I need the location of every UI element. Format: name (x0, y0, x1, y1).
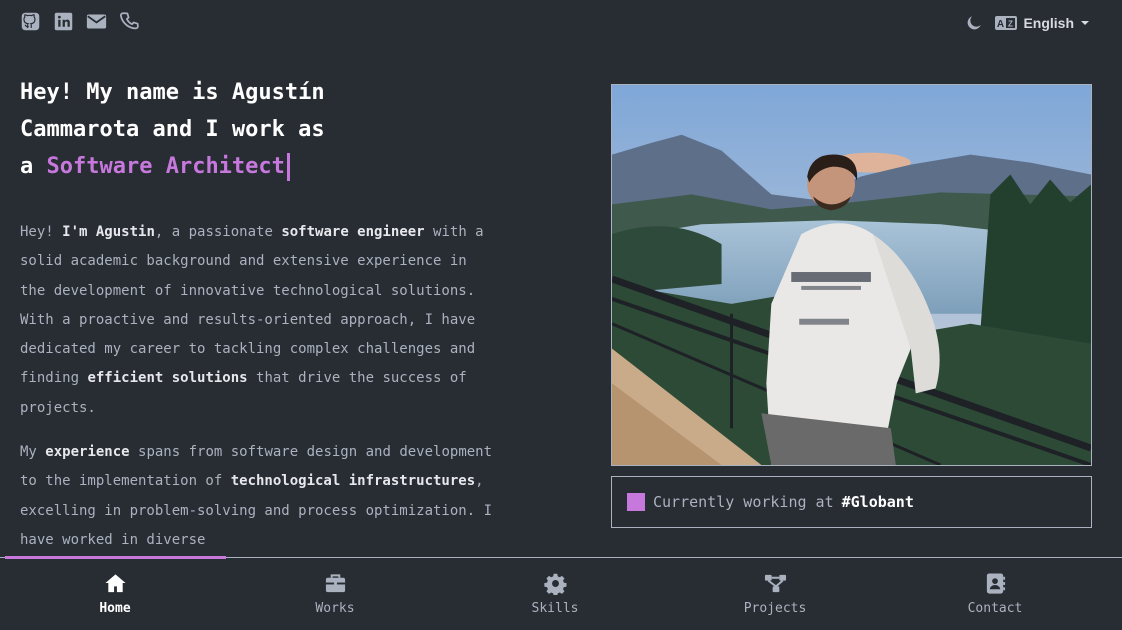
status-text: Currently working at (653, 493, 834, 511)
nav-item-contact[interactable]: Contact (885, 558, 1105, 630)
about-section: Hey! I'm Agustin, a passionate software … (20, 218, 500, 570)
nav-item-home[interactable]: Home (5, 558, 225, 630)
contact-card-icon (984, 572, 1007, 601)
nav-label-projects: Projects (743, 601, 807, 616)
bottom-navigation: Home Works Skills Projects Contact (0, 556, 1122, 630)
emphasis-text: efficient solutions (87, 370, 248, 387)
nav-label-skills: Skills (531, 601, 579, 616)
hero-title: Hey! My name is Agustín Cammarota and I … (20, 74, 380, 185)
top-bar: AZ English (0, 0, 1122, 46)
profile-photo (611, 84, 1092, 466)
about-paragraph-2: My experience spans from software design… (20, 438, 500, 555)
paragraph-text: Hey! (20, 224, 63, 240)
paragraph-text: with a solid academic background and ext… (20, 224, 484, 387)
language-label: English (1023, 15, 1074, 31)
status-square-icon (627, 493, 645, 511)
home-icon (104, 572, 127, 601)
paragraph-text: , a passionate (154, 224, 282, 240)
nav-item-skills[interactable]: Skills (445, 558, 665, 630)
github-icon[interactable] (20, 11, 41, 32)
chevron-down-icon (1080, 18, 1090, 28)
nav-label-works: Works (315, 601, 355, 616)
hero-line-1: Hey! My name is Agustín (20, 80, 325, 105)
social-links (20, 11, 140, 32)
gear-icon (543, 572, 567, 601)
hero-line-3-prefix: a (20, 154, 34, 179)
company-name: #Globant (841, 493, 914, 511)
svg-text:A: A (997, 19, 1004, 30)
hero-line-2: Cammarota and I work as (20, 117, 325, 142)
svg-text:Z: Z (1008, 20, 1013, 29)
header-controls: AZ English (965, 14, 1090, 32)
emphasis-text: technological infrastructures (230, 473, 476, 490)
nav-label-contact: Contact (967, 601, 1023, 616)
emphasis-text: software engineer (281, 224, 425, 240)
hero-role: Software Architect (46, 154, 285, 179)
language-selector[interactable]: AZ English (995, 15, 1090, 31)
moon-icon[interactable] (965, 14, 983, 32)
typing-caret (286, 153, 290, 181)
mail-icon[interactable] (86, 11, 107, 32)
linkedin-icon[interactable] (53, 11, 74, 32)
emphasis-text: I'm Agustin (62, 224, 155, 240)
nav-label-home: Home (99, 601, 131, 616)
nav-item-works[interactable]: Works (225, 558, 445, 630)
current-job-badge: Currently working at #Globant (611, 476, 1092, 528)
active-tab-indicator (5, 556, 226, 559)
paragraph-text: My (20, 444, 46, 461)
emphasis-text: experience (45, 444, 130, 461)
briefcase-icon (324, 572, 347, 601)
about-paragraph-1: Hey! I'm Agustin, a passionate software … (20, 218, 500, 423)
phone-icon[interactable] (119, 11, 140, 32)
translate-icon: AZ (995, 16, 1018, 30)
nav-item-projects[interactable]: Projects (665, 558, 885, 630)
network-icon (764, 572, 787, 601)
